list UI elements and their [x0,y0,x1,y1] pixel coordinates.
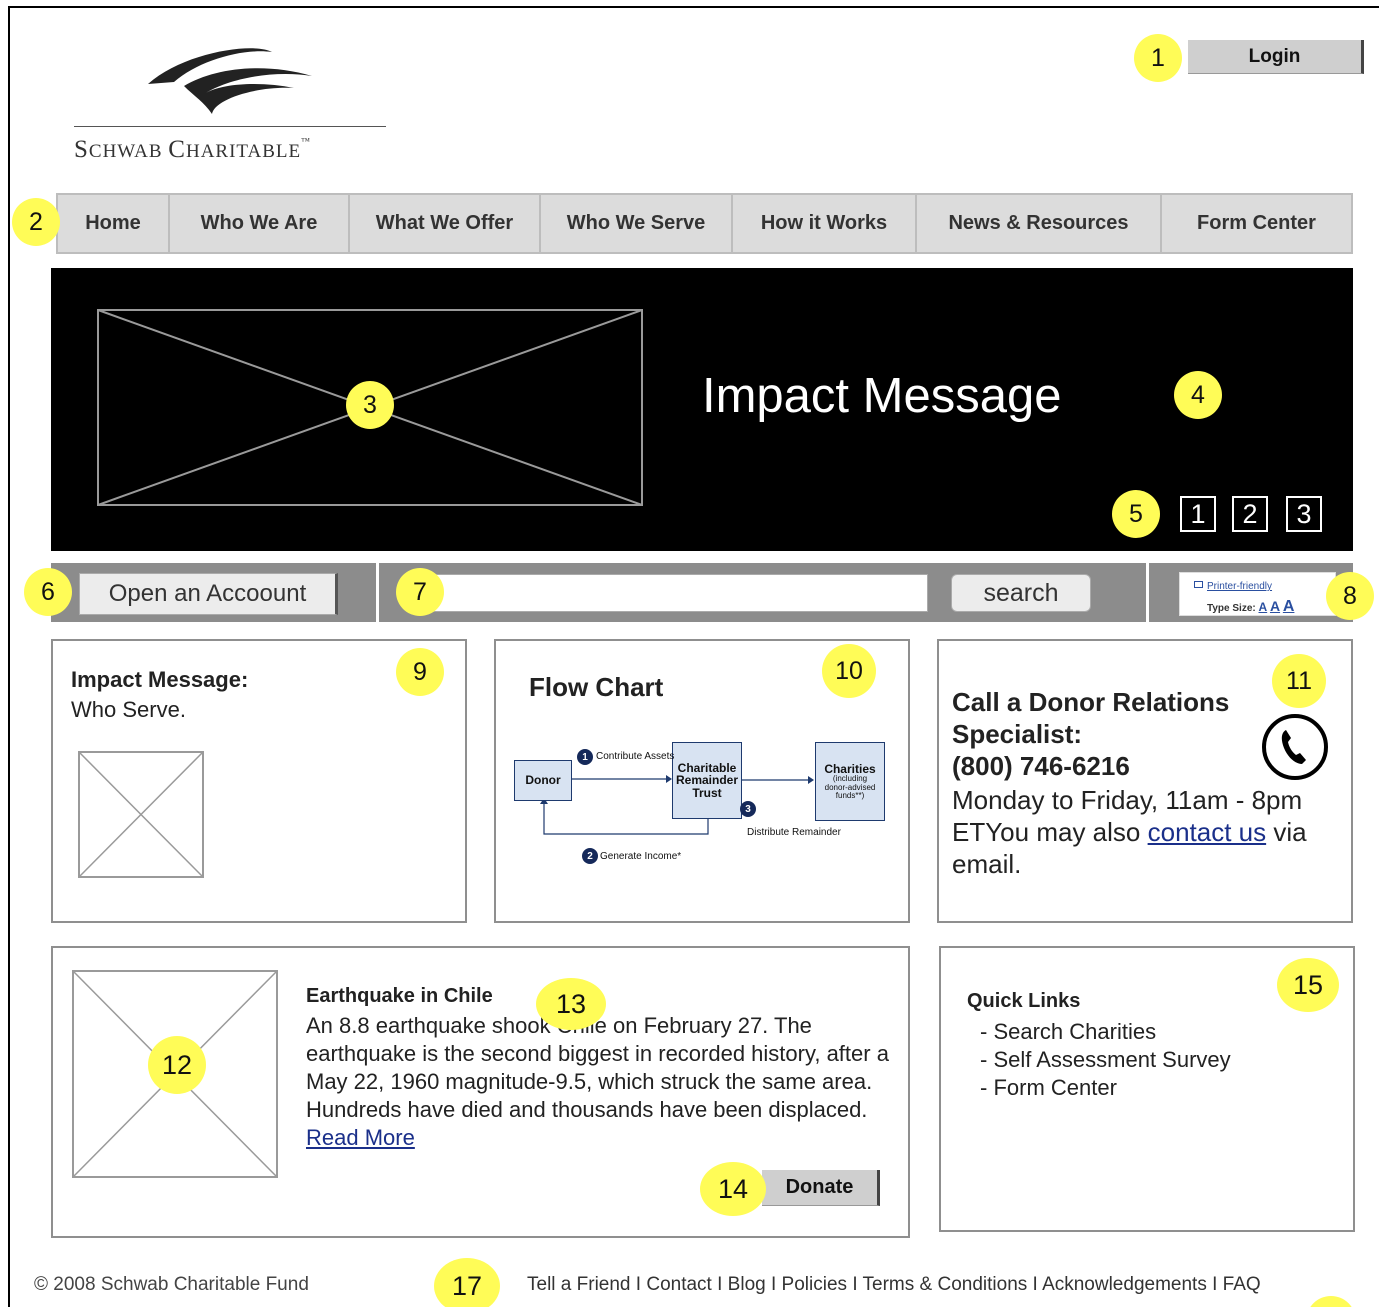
login-button[interactable]: Login [1188,40,1364,74]
contact-body: Monday to Friday, 11am - 8pm ETYou may a… [952,784,1342,880]
annotation-badge: 10 [822,644,876,698]
nav-item-how-it-works[interactable]: How it Works [733,195,917,252]
flow-node-donor: Donor [514,760,572,801]
quick-link-form-center[interactable]: - Form Center [980,1075,1117,1101]
annotation-badge: 4 [1174,371,1222,419]
footer-separator: I [1212,1274,1218,1295]
footer-separator: I [852,1274,858,1295]
donate-button[interactable]: Donate [762,1170,880,1206]
flow-step-1-number: 1 [577,749,593,765]
annotation-badge: 2 [12,198,60,246]
toolbar-divider [1146,563,1149,622]
quick-link-search-charities[interactable]: - Search Charities [980,1019,1156,1045]
read-more-link[interactable]: Read More [306,1125,415,1150]
flow-node-trust: Charitable Remainder Trust [672,742,742,819]
phone-icon [1262,714,1328,780]
printer-friendly-link[interactable]: Printer-friendly [1207,581,1272,592]
footer-link-policies[interactable]: Policies [782,1274,847,1295]
footer-link-blog[interactable]: Blog [728,1274,766,1295]
footer-separator: I [770,1274,777,1295]
impact-card-heading: Impact Message: [71,667,249,692]
slide-indicator-2[interactable]: 2 [1232,496,1268,532]
flow-step-3-label: Distribute Remainder [747,827,841,838]
search-button[interactable]: search [951,574,1091,612]
impact-image-placeholder [78,751,204,878]
footer-copyright: © 2008 Schwab Charitable Fund [34,1274,309,1295]
contact-heading-line2: Specialist: [952,719,1083,749]
footer-separator: I [635,1274,642,1295]
footer-separator: I [717,1274,723,1295]
logo-letter-c: C [168,136,186,163]
annotation-badge: 7 [396,568,444,616]
contact-phone: (800) 746-6216 [952,751,1130,781]
contact-us-link[interactable]: contact us [1148,817,1267,847]
flow-node-charities: Charities (including donor-advised funds… [815,742,885,821]
annotation-badge: 13 [536,978,606,1030]
logo-letter-s: S [74,136,89,163]
footer-link-tell-a-friend[interactable]: Tell a Friend [527,1274,631,1295]
quick-links-heading: Quick Links [967,990,1081,1012]
logo-word-charitable: HARITABLE [185,141,302,162]
footer-separator: I [1032,1274,1038,1295]
annotation-badge: 12 [148,1036,206,1094]
toolbar-divider [376,563,379,622]
flow-step-3-number: 3 [740,801,756,817]
logo-swoosh-icon [148,48,312,114]
type-size-label: Type Size: [1207,603,1256,614]
nav-item-form-center[interactable]: Form Center [1162,195,1351,252]
logo-divider [74,126,386,127]
nav-item-who-we-are[interactable]: Who We Are [170,195,350,252]
nav-item-home[interactable]: Home [58,195,170,252]
footer-links: Tell a Friend I Contact I Blog I Policie… [527,1274,1261,1296]
main-nav: Home Who We Are What We Offer Who We Ser… [56,193,1353,254]
type-size-small[interactable]: A [1259,600,1268,614]
footer-link-faq[interactable]: FAQ [1223,1274,1261,1295]
annotation-badge: 5 [1112,490,1160,538]
annotation-badge: 14 [700,1162,766,1216]
flow-node-donor-label: Donor [525,773,561,788]
annotation-badge: 3 [346,381,394,429]
type-size-large[interactable]: A [1283,598,1295,615]
logo-word-schwab: CHWAB [88,141,169,162]
type-size-control: Type Size: A A A [1207,598,1294,616]
annotation-badge: 8 [1326,572,1374,620]
news-title: Earthquake in Chile [306,985,493,1007]
slide-indicator-3[interactable]: 3 [1286,496,1322,532]
nav-item-who-we-serve[interactable]: Who We Serve [541,195,733,252]
flow-node-charities-sub3: funds**) [835,790,865,800]
nav-item-news-resources[interactable]: News & Resources [917,195,1162,252]
flow-chart-heading: Flow Chart [529,672,664,702]
annotation-badge: 1 [1134,34,1182,82]
annotation-badge: 17 [434,1258,500,1307]
logo-wordmark: SCHWAB CHARITABLE™ [74,136,311,164]
annotation-badge: 9 [396,648,444,696]
hero-title: Impact Message [702,369,1062,423]
open-account-button[interactable]: Open an Accoount [79,573,338,615]
flow-step-2-number: 2 [582,848,598,864]
flow-node-trust-line3: Trust [692,785,722,800]
footer-link-contact[interactable]: Contact [646,1274,711,1295]
nav-item-what-we-offer[interactable]: What We Offer [350,195,541,252]
flow-step-1-label: Contribute Assets [596,751,675,762]
type-size-medium[interactable]: A [1270,598,1280,614]
contact-heading-line1: Call a Donor Relations [952,687,1230,717]
flow-step-2-label: Generate Income* [600,851,682,862]
printer-icon [1194,581,1203,588]
annotation-badge: 11 [1272,654,1326,708]
slide-indicator-1[interactable]: 1 [1180,496,1216,532]
quick-link-self-assessment[interactable]: - Self Assessment Survey [980,1047,1231,1073]
annotation-badge: 15 [1277,958,1339,1012]
impact-card-subtext: Who Serve. [71,697,186,722]
logo[interactable]: SCHWAB CHARITABLE™ [74,40,394,170]
news-body: An 8.8 earthquake shook Chile on Februar… [306,1012,891,1152]
footer-link-acknowledgements[interactable]: Acknowledgements [1042,1274,1207,1295]
annotation-badge: 6 [24,568,72,616]
flow-node-trust-line2: Remainder [675,773,739,788]
news-body-text: An 8.8 earthquake shook Chile on Februar… [306,1013,889,1122]
search-input[interactable] [432,574,928,612]
footer-link-terms[interactable]: Terms & Conditions [863,1274,1028,1295]
logo-trademark: ™ [301,136,311,146]
